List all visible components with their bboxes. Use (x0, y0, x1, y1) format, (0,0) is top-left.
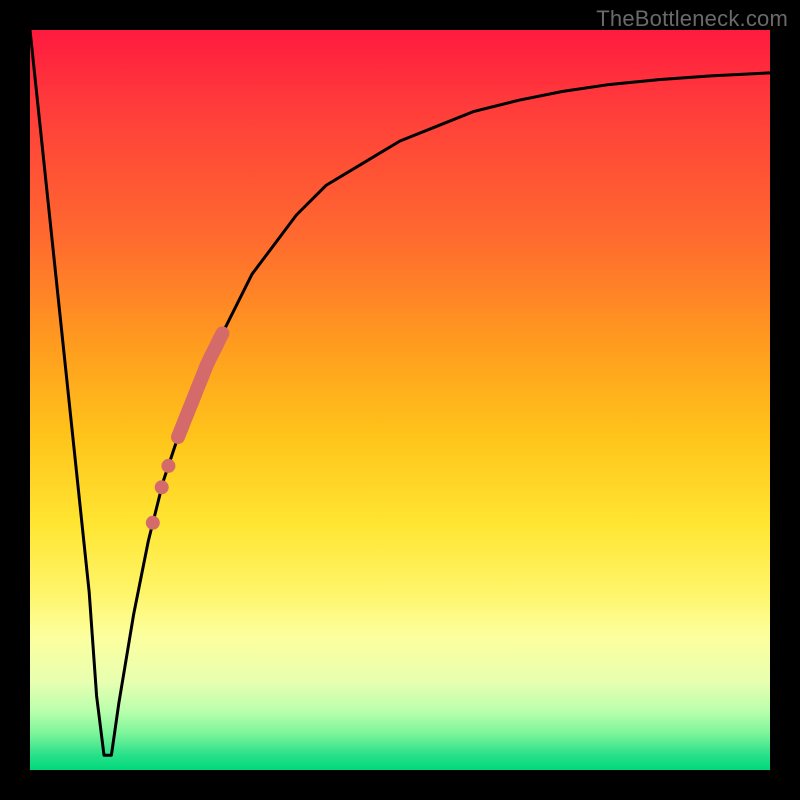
highlight-dot (146, 516, 160, 530)
curve-layer (30, 30, 770, 770)
bottleneck-curve (30, 30, 770, 755)
plot-area (30, 30, 770, 770)
highlight-dot (161, 459, 175, 473)
highlight-dot (155, 480, 169, 494)
chart-frame: TheBottleneck.com (0, 0, 800, 800)
highlight-segment (178, 333, 222, 437)
watermark-text: TheBottleneck.com (596, 6, 788, 32)
